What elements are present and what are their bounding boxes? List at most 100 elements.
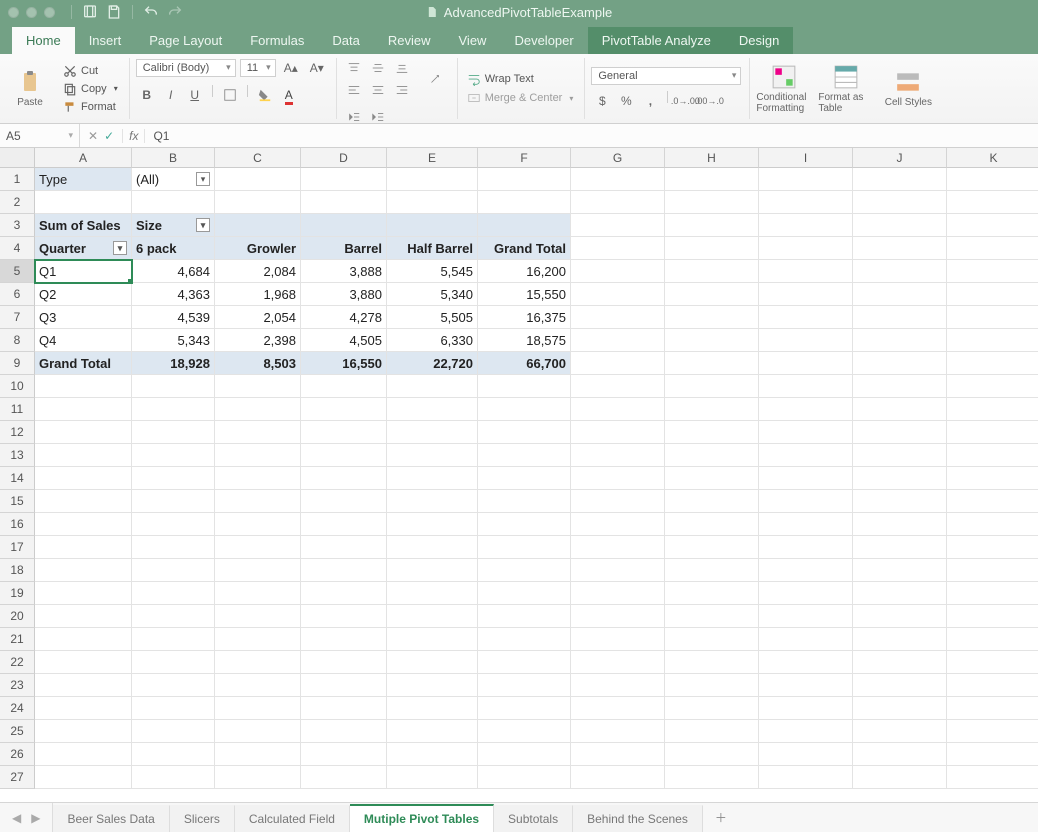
cell[interactable]	[35, 697, 132, 720]
cell[interactable]: Q1	[35, 260, 132, 283]
cell[interactable]: Size▾	[132, 214, 215, 237]
cell[interactable]	[35, 766, 132, 789]
cell[interactable]	[301, 375, 387, 398]
cell[interactable]	[571, 651, 665, 674]
cell[interactable]	[387, 536, 478, 559]
row-header-3[interactable]: 3	[0, 214, 35, 237]
cell[interactable]	[387, 628, 478, 651]
decrease-decimal-button[interactable]: .00→.0	[698, 91, 720, 111]
cell[interactable]	[853, 628, 947, 651]
cell[interactable]	[35, 490, 132, 513]
cell[interactable]	[387, 559, 478, 582]
merge-center-button[interactable]: Merge & Center▾	[464, 90, 577, 106]
row-header-13[interactable]: 13	[0, 444, 35, 467]
cell[interactable]	[478, 536, 571, 559]
cell[interactable]	[947, 306, 1038, 329]
cell[interactable]: 6 pack	[132, 237, 215, 260]
cell[interactable]	[215, 168, 301, 191]
row-header-21[interactable]: 21	[0, 628, 35, 651]
cell[interactable]	[759, 168, 853, 191]
cell[interactable]	[215, 536, 301, 559]
cell[interactable]	[571, 329, 665, 352]
cell[interactable]	[853, 766, 947, 789]
conditional-formatting-button[interactable]: Conditional Formatting	[756, 64, 812, 114]
cell[interactable]	[759, 467, 853, 490]
cell[interactable]	[853, 582, 947, 605]
cell[interactable]	[35, 559, 132, 582]
cell[interactable]	[478, 398, 571, 421]
cell[interactable]	[947, 674, 1038, 697]
cell[interactable]	[132, 582, 215, 605]
cell[interactable]: Type	[35, 168, 132, 191]
cell[interactable]	[759, 398, 853, 421]
cell[interactable]	[665, 191, 759, 214]
increase-indent-button[interactable]	[367, 107, 389, 127]
fill-color-button[interactable]	[254, 85, 276, 105]
insert-function-button[interactable]: fx	[122, 129, 145, 143]
cell[interactable]	[947, 283, 1038, 306]
cell[interactable]	[947, 421, 1038, 444]
cell[interactable]	[571, 283, 665, 306]
tab-view[interactable]: View	[445, 27, 501, 54]
cell[interactable]	[478, 628, 571, 651]
tab-data[interactable]: Data	[318, 27, 373, 54]
cell[interactable]	[665, 674, 759, 697]
cell[interactable]: Grand Total	[35, 352, 132, 375]
cell[interactable]	[947, 513, 1038, 536]
cell[interactable]	[35, 375, 132, 398]
paste-button[interactable]: Paste	[6, 70, 54, 108]
column-header-J[interactable]: J	[853, 148, 947, 168]
cell[interactable]	[571, 674, 665, 697]
cell[interactable]	[759, 444, 853, 467]
cell[interactable]	[301, 513, 387, 536]
decrease-indent-button[interactable]	[343, 107, 365, 127]
sheet-tab[interactable]: Subtotals	[494, 805, 573, 832]
cell[interactable]	[853, 283, 947, 306]
format-painter-button[interactable]: Format	[60, 99, 121, 115]
cell[interactable]: Growler	[215, 237, 301, 260]
cell[interactable]	[947, 743, 1038, 766]
cell[interactable]: Q2	[35, 283, 132, 306]
cell[interactable]	[853, 651, 947, 674]
column-header-H[interactable]: H	[665, 148, 759, 168]
accept-formula-button[interactable]: ✓	[104, 129, 114, 143]
column-header-C[interactable]: C	[215, 148, 301, 168]
cell[interactable]	[387, 168, 478, 191]
cell[interactable]	[759, 214, 853, 237]
row-header-23[interactable]: 23	[0, 674, 35, 697]
close-window-button[interactable]	[8, 7, 19, 18]
cell[interactable]	[759, 490, 853, 513]
cell[interactable]	[301, 168, 387, 191]
cell[interactable]	[132, 375, 215, 398]
cell[interactable]	[665, 329, 759, 352]
cell[interactable]	[478, 421, 571, 444]
cell[interactable]: 8,503	[215, 352, 301, 375]
cell[interactable]	[759, 513, 853, 536]
cell[interactable]: 4,505	[301, 329, 387, 352]
cell[interactable]	[478, 191, 571, 214]
cell[interactable]	[387, 766, 478, 789]
cell[interactable]	[759, 536, 853, 559]
cell[interactable]	[132, 398, 215, 421]
cell[interactable]: 3,888	[301, 260, 387, 283]
cell[interactable]	[665, 214, 759, 237]
cell[interactable]	[215, 398, 301, 421]
cell[interactable]	[853, 720, 947, 743]
cell[interactable]: 22,720	[387, 352, 478, 375]
cell[interactable]	[947, 490, 1038, 513]
cell[interactable]	[478, 513, 571, 536]
cell[interactable]	[387, 651, 478, 674]
filter-dropdown[interactable]: ▾	[113, 241, 127, 255]
cell[interactable]	[665, 651, 759, 674]
cell[interactable]	[759, 697, 853, 720]
minimize-window-button[interactable]	[26, 7, 37, 18]
cell[interactable]	[35, 421, 132, 444]
cell[interactable]	[759, 674, 853, 697]
cell[interactable]: Half Barrel	[387, 237, 478, 260]
cell[interactable]: 5,545	[387, 260, 478, 283]
cell[interactable]	[571, 743, 665, 766]
cell[interactable]	[853, 674, 947, 697]
cell[interactable]	[759, 582, 853, 605]
cell[interactable]	[478, 651, 571, 674]
cell[interactable]	[665, 283, 759, 306]
